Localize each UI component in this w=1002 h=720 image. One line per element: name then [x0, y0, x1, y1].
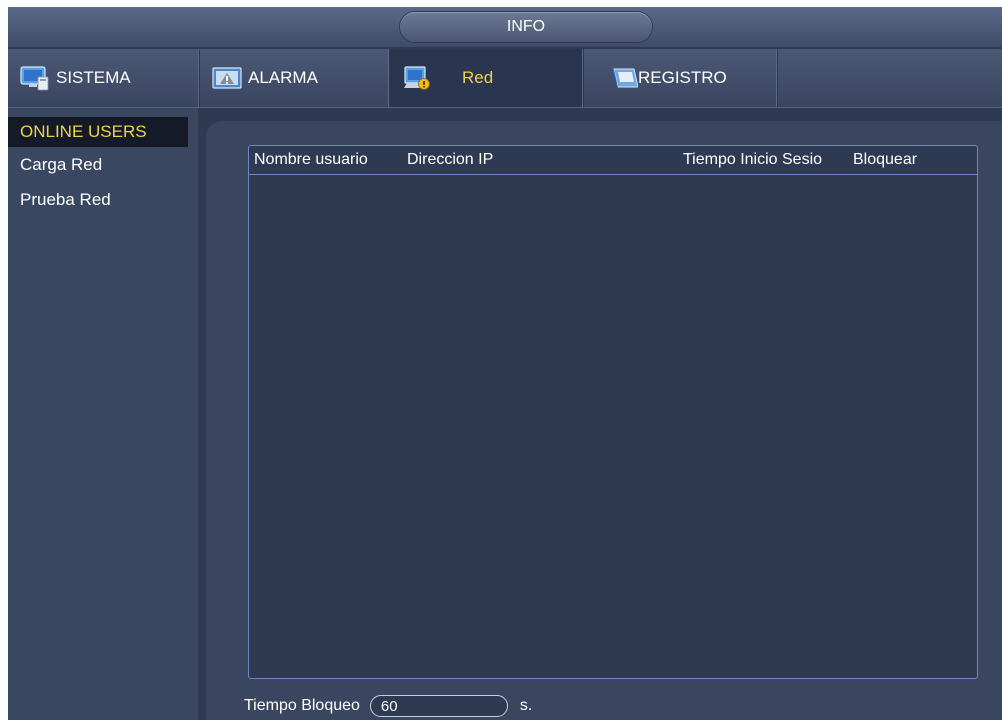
- alarm-icon: [212, 65, 242, 91]
- tab-sistema-label: SISTEMA: [56, 68, 131, 87]
- tab-alarma-label: ALARMA: [248, 68, 318, 87]
- table-header: Nombre usuario Direccion IP Tiempo Inici…: [249, 146, 977, 175]
- system-monitor-icon: [20, 65, 50, 91]
- lock-time-unit: s.: [519, 697, 533, 714]
- window-title: INFO: [400, 12, 652, 42]
- tab-red[interactable]: Red: [390, 49, 584, 107]
- main-panel: Nombre usuario Direccion IP Tiempo Inici…: [206, 121, 1002, 720]
- lock-time-label: Tiempo Bloqueo: [244, 697, 360, 714]
- column-header-tiempo-inicio-sesion[interactable]: Tiempo Inicio Sesio: [683, 146, 822, 174]
- tab-registro[interactable]: REGISTRO: [584, 49, 778, 107]
- lock-time-row: Tiempo Bloqueo s.: [244, 692, 532, 720]
- log-book-icon: [612, 65, 639, 91]
- network-info-icon: [402, 65, 432, 91]
- sidebar-item-carga-red[interactable]: Carga Red: [8, 150, 188, 180]
- lock-time-input[interactable]: [369, 695, 508, 717]
- sidebar-item-online-users[interactable]: ONLINE USERS: [8, 117, 188, 147]
- tab-registro-label: REGISTRO: [638, 68, 727, 87]
- tab-alarma[interactable]: ALARMA: [200, 49, 390, 107]
- column-header-direccion-ip[interactable]: Direccion IP: [407, 146, 493, 174]
- column-header-bloquear[interactable]: Bloquear: [853, 146, 917, 174]
- sidebar-item-prueba-red[interactable]: Prueba Red: [8, 185, 188, 215]
- tab-bar: SISTEMA ALARMA Red REGISTRO: [8, 49, 1002, 108]
- info-window: INFO SISTEMA ALARMA Red REGISTRO ONLINE …: [8, 7, 1002, 720]
- tab-sistema[interactable]: SISTEMA: [8, 49, 200, 107]
- online-users-table: Nombre usuario Direccion IP Tiempo Inici…: [248, 145, 978, 679]
- title-bar: INFO: [8, 7, 1002, 47]
- tab-red-label: Red: [462, 68, 494, 87]
- column-header-nombre-usuario[interactable]: Nombre usuario: [254, 146, 368, 174]
- sidebar: ONLINE USERS Carga Red Prueba Red: [8, 108, 198, 720]
